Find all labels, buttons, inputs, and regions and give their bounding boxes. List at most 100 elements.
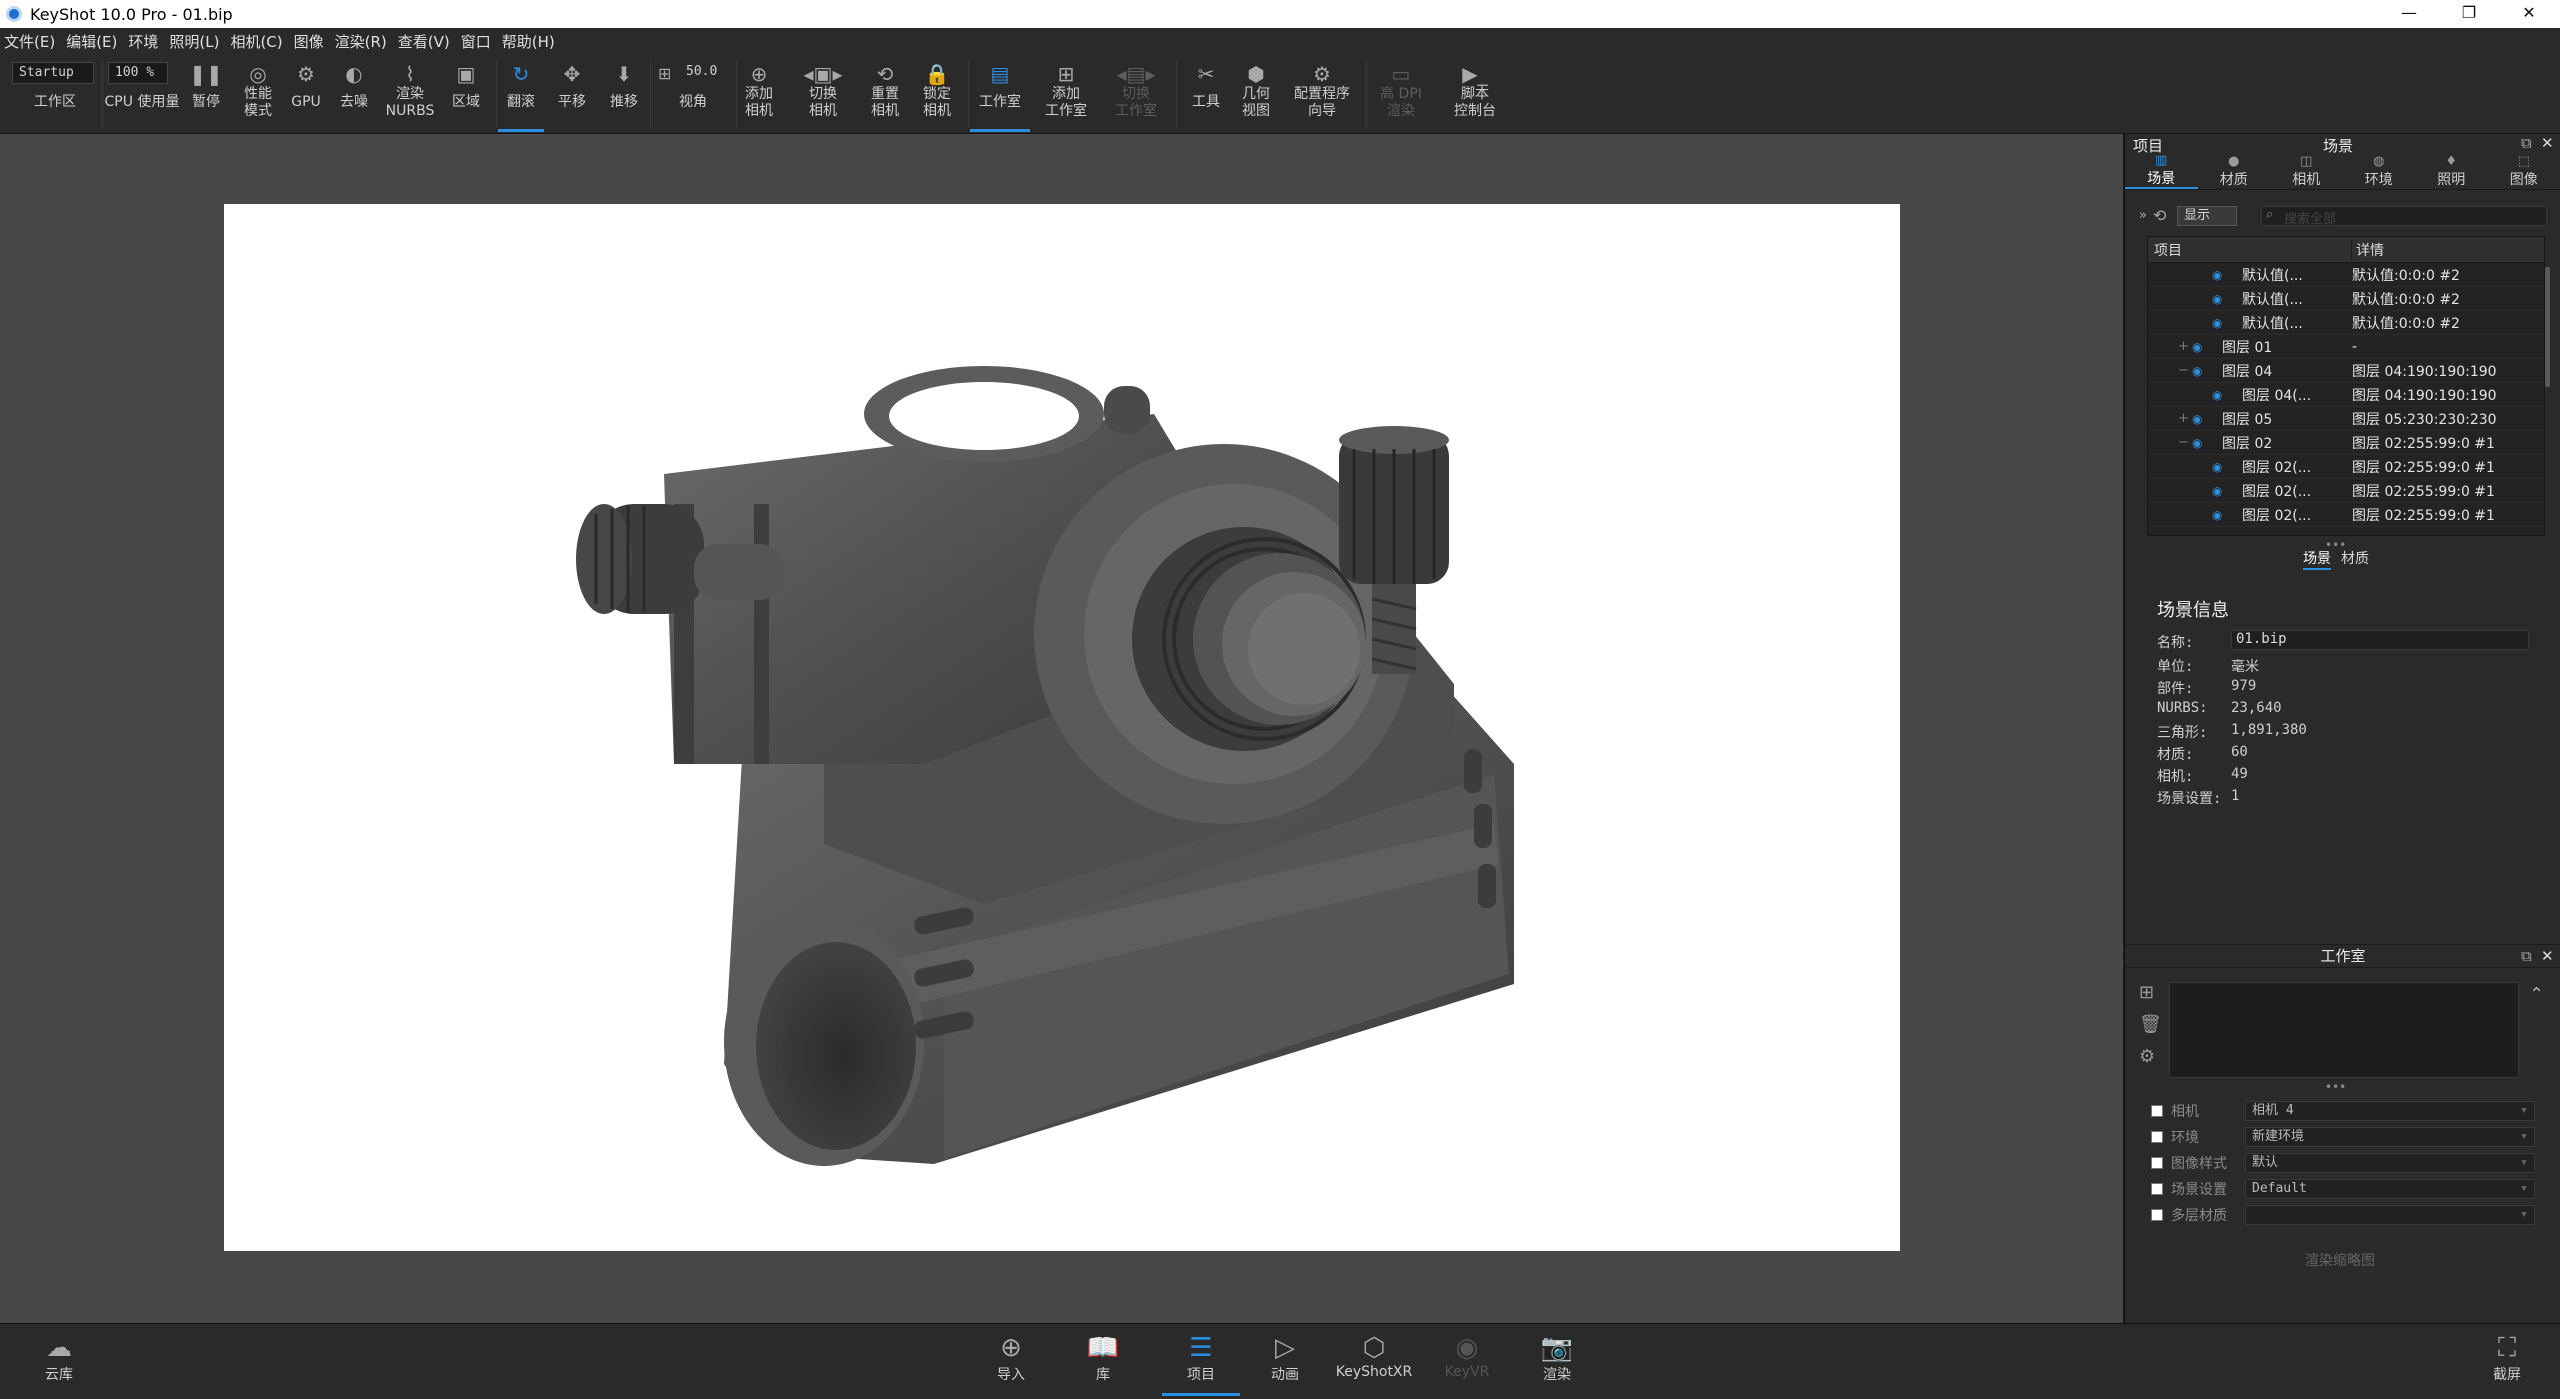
studio-button[interactable]: ▤ 工作室 <box>970 54 1030 132</box>
keyshotxr-button[interactable]: ⬡ KeyShotXR <box>1334 1332 1414 1380</box>
render-button[interactable]: 📷 渲染 <box>1526 1332 1588 1384</box>
tree-scrollbar[interactable] <box>2545 267 2550 387</box>
screenshot-button[interactable]: ⛶ 截屏 <box>2476 1332 2538 1384</box>
pan-button[interactable]: ✥ 平移 <box>552 54 592 132</box>
visibility-eye-icon[interactable]: ◉ <box>2192 340 2202 354</box>
subtab-material[interactable]: 材质 <box>2341 548 2369 570</box>
tree-row[interactable]: ◉ 图层 02(... 图层 02:255:99:0 #1 <box>2148 479 2544 503</box>
menu-lighting[interactable]: 照明(L) <box>169 31 219 52</box>
menu-edit[interactable]: 编辑(E) <box>66 31 117 52</box>
column-item[interactable]: 项目 <box>2148 239 2352 260</box>
reset-camera-button[interactable]: ⟲ 重置 相机 <box>864 54 906 132</box>
lock-camera-button[interactable]: 🔒 锁定 相机 <box>916 54 958 132</box>
studio-splitter-icon[interactable]: ••• <box>2325 1080 2346 1094</box>
region-button[interactable]: ▣ 区域 <box>446 54 486 132</box>
collapse-up-icon[interactable]: ⌃ <box>2529 984 2544 1005</box>
float-panel-icon[interactable]: ⧉ <box>2521 134 2532 152</box>
expand-toggle-icon[interactable]: + <box>2178 411 2189 426</box>
gpu-button[interactable]: ⚙ GPU <box>286 54 326 132</box>
import-button[interactable]: ⊕ 导入 <box>980 1332 1042 1384</box>
tree-row[interactable]: ◉ 默认值(... 默认值:0:0:0 #2 <box>2148 287 2544 311</box>
tab-camera[interactable]: ◫ 相机 <box>2270 154 2343 189</box>
menu-image[interactable]: 图像 <box>294 31 324 52</box>
studio-setting-select[interactable]: 相机 4 <box>2245 1101 2535 1121</box>
visibility-eye-icon[interactable]: ◉ <box>2212 508 2222 522</box>
scene-name-input[interactable]: 01.bip <box>2231 630 2529 650</box>
minimize-button[interactable]: — <box>2380 0 2438 28</box>
studio-setting-select[interactable]: 新建环境 <box>2245 1127 2535 1147</box>
cloud-library-button[interactable]: ☁ 云库 <box>28 1332 90 1384</box>
tab-image[interactable]: ⬚ 图像 <box>2488 154 2560 189</box>
visibility-eye-icon[interactable]: ◉ <box>2192 364 2202 378</box>
menu-help[interactable]: 帮助(H) <box>502 31 555 52</box>
float-studio-icon[interactable]: ⧉ <box>2521 945 2532 967</box>
switch-studio-button[interactable]: ◂▤▸ 切换 工作室 <box>1104 54 1168 132</box>
expand-toggle-icon[interactable]: − <box>2178 435 2189 450</box>
scene-tool-icon[interactable]: ⟲ <box>2153 206 2166 225</box>
tree-row[interactable]: ◉ 默认值(... 默认值:0:0:0 #2 <box>2148 263 2544 287</box>
subtab-scene[interactable]: 场景 <box>2303 548 2331 570</box>
add-studio-button[interactable]: ⊞ 添加 工作室 <box>1040 54 1092 132</box>
tree-row[interactable]: − ◉ 图层 04 图层 04:190:190:190 <box>2148 359 2544 383</box>
studio-setting-select[interactable] <box>2245 1205 2535 1225</box>
expand-toggle-icon[interactable]: − <box>2178 363 2189 378</box>
studio-setting-select[interactable]: Default <box>2245 1179 2535 1199</box>
expand-toggle-icon[interactable]: + <box>2178 339 2189 354</box>
geometry-view-button[interactable]: ⬢ 几何 视图 <box>1234 54 1278 132</box>
script-console-button[interactable]: ▶_ 脚本 控制台 <box>1446 54 1504 132</box>
menu-render[interactable]: 渲染(R) <box>335 31 387 52</box>
tab-scene[interactable]: ▥ 场景 <box>2125 153 2198 189</box>
tree-row[interactable]: + ◉ 图层 05 图层 05:230:230:230 <box>2148 407 2544 431</box>
menu-environment[interactable]: 环境 <box>128 31 158 52</box>
visibility-eye-icon[interactable]: ◉ <box>2192 436 2202 450</box>
denoise-button[interactable]: ◐ 去噪 <box>334 54 374 132</box>
menu-window[interactable]: 窗口 <box>461 31 491 52</box>
scene-tree[interactable]: 项目 详情 ◉ 默认值(... 默认值:0:0:0 #2 ◉ 默认值(... 默认值:0:… <box>2147 236 2550 536</box>
project-button[interactable]: ☰ 项目 <box>1162 1332 1240 1396</box>
visibility-eye-icon[interactable]: ◉ <box>2192 412 2202 426</box>
configurator-wizard-button[interactable]: ⚙ 配置程序 向导 <box>1286 54 1358 132</box>
studio-setting-checkbox[interactable] <box>2151 1131 2163 1143</box>
studio-setting-checkbox[interactable] <box>2151 1157 2163 1169</box>
render-thumbnail-button[interactable]: 渲染缩略图 <box>2265 1250 2415 1270</box>
menu-camera[interactable]: 相机(C) <box>230 31 282 52</box>
add-camera-button[interactable]: ⊕ 添加 相机 <box>738 54 780 132</box>
trash-icon[interactable]: 🗑 <box>2139 1014 2162 1035</box>
close-panel-icon[interactable]: ✕ <box>2541 134 2554 152</box>
studio-setting-checkbox[interactable] <box>2151 1209 2163 1221</box>
add-studio-icon[interactable]: ⊞ <box>2139 982 2154 1003</box>
tree-row[interactable]: + ◉ 图层 01 - <box>2148 335 2544 359</box>
tools-button[interactable]: ✂ 工具 <box>1186 54 1226 132</box>
search-input[interactable]: ⌕ 搜索全部 <box>2261 206 2547 227</box>
keyvr-button[interactable]: ◉ KeyVR <box>1436 1332 1498 1380</box>
maximize-button[interactable]: ❐ <box>2440 0 2498 28</box>
render-canvas[interactable] <box>224 204 1900 1251</box>
expand-icon[interactable]: » <box>2139 208 2147 223</box>
tumble-button[interactable]: ↻ 翻滚 <box>498 54 544 132</box>
display-filter-select[interactable]: 显示 <box>2177 206 2237 226</box>
tree-row[interactable]: ◉ 默认值(... 默认值:0:0:0 #2 <box>2148 311 2544 335</box>
close-studio-icon[interactable]: ✕ <box>2541 945 2554 967</box>
visibility-eye-icon[interactable]: ◉ <box>2212 268 2222 282</box>
high-dpi-render-button[interactable]: ▭ 高 DPI 渲染 <box>1372 54 1430 132</box>
studio-list[interactable] <box>2169 982 2519 1078</box>
studio-setting-select[interactable]: 默认 <box>2245 1153 2535 1173</box>
visibility-eye-icon[interactable]: ◉ <box>2212 484 2222 498</box>
visibility-eye-icon[interactable]: ◉ <box>2212 460 2222 474</box>
tab-lighting[interactable]: ♦ 照明 <box>2415 154 2488 189</box>
switch-camera-button[interactable]: ◂▣▸ 切换 相机 <box>792 54 854 132</box>
visibility-eye-icon[interactable]: ◉ <box>2212 292 2222 306</box>
menu-file[interactable]: 文件(E) <box>4 31 55 52</box>
tree-row[interactable]: ◉ 图层 04(... 图层 04:190:190:190 <box>2148 383 2544 407</box>
studio-setting-checkbox[interactable] <box>2151 1183 2163 1195</box>
tree-row[interactable]: − ◉ 图层 02 图层 02:255:99:0 #1 <box>2148 431 2544 455</box>
studio-setting-checkbox[interactable] <box>2151 1105 2163 1117</box>
dolly-button[interactable]: ⬇ 推移 <box>604 54 644 132</box>
render-viewport[interactable] <box>0 134 2123 1323</box>
render-nurbs-button[interactable]: ⌇ 渲染 NURBS <box>382 54 438 132</box>
pause-button[interactable]: ❚❚ 暂停 <box>186 54 226 132</box>
visibility-eye-icon[interactable]: ◉ <box>2212 388 2222 402</box>
library-button[interactable]: 📖 库 <box>1072 1332 1134 1384</box>
tab-environment[interactable]: ◍ 环境 <box>2343 154 2416 189</box>
menu-view[interactable]: 查看(V) <box>398 31 450 52</box>
